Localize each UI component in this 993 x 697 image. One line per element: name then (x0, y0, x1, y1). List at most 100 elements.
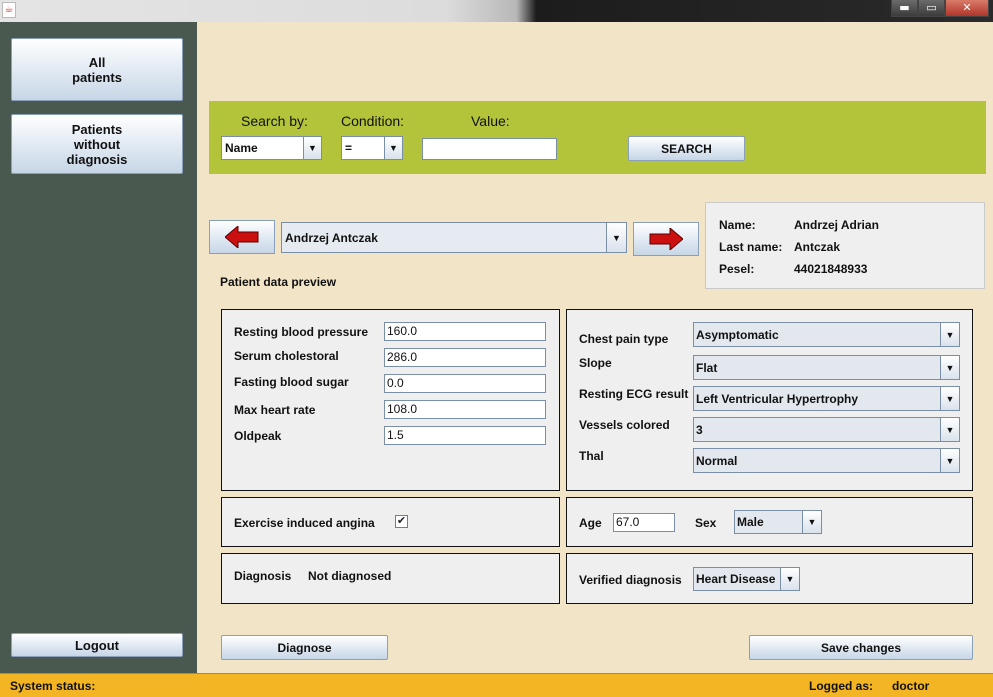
right-arrow-icon (649, 228, 683, 250)
condition-label: Condition: (341, 113, 405, 129)
diagnose-button-label: Diagnose (277, 640, 332, 655)
oldpeak-label: Oldpeak (234, 429, 282, 443)
thal-select[interactable]: Normal ▼ (693, 448, 960, 473)
angina-panel: Exercise induced angina ✔ (221, 497, 560, 547)
chest-pain-type-label: Chest pain type (579, 332, 669, 346)
all-patients-label-line2: patients (72, 69, 122, 85)
oldpeak-field[interactable]: 1.5 (384, 426, 546, 445)
age-label: Age (579, 516, 602, 530)
chevron-down-icon: ▼ (780, 568, 799, 590)
verified-diagnosis-label: Verified diagnosis (579, 573, 682, 587)
chest-pain-type-selected: Asymptomatic (696, 327, 779, 342)
chevron-down-icon: ▼ (384, 137, 402, 159)
logged-as-label: Logged as: (809, 679, 874, 693)
system-status-label: System status: (10, 679, 96, 693)
search-by-label: Search by: (241, 113, 308, 129)
save-changes-button-label: Save changes (820, 640, 902, 655)
without-diagnosis-label-line3: diagnosis (66, 151, 128, 167)
chevron-down-icon: ▼ (802, 511, 821, 533)
last-name-label: Last name: (719, 240, 783, 254)
diagnosis-label: Diagnosis (234, 569, 292, 583)
slope-select[interactable]: Flat ▼ (693, 355, 960, 380)
all-patients-button[interactable]: All patients (11, 38, 183, 101)
resting-ecg-label: Resting ECG result (579, 387, 689, 401)
categorical-data-panel: Chest pain type Asymptomatic ▼ Slope Fla… (566, 309, 973, 491)
fasting-blood-sugar-label: Fasting blood sugar (234, 375, 349, 389)
window-controls: ▬ ▭ ✕ (891, 0, 989, 17)
exercise-induced-angina-checkbox[interactable]: ✔ (395, 515, 408, 528)
search-button-label: SEARCH (661, 141, 712, 156)
condition-select[interactable]: = ▼ (341, 136, 403, 160)
diagnose-button[interactable]: Diagnose (221, 635, 388, 660)
numeric-data-panel: Resting blood pressure 160.0 Serum chole… (221, 309, 560, 491)
last-name-value: Antczak (794, 240, 841, 254)
fasting-blood-sugar-field[interactable]: 0.0 (384, 374, 546, 393)
diagnosis-panel: Diagnosis Not diagnosed (221, 553, 560, 604)
verified-diagnosis-selected: Heart Disease (696, 572, 776, 586)
pesel-label: Pesel: (719, 262, 755, 276)
all-patients-label-line1: All (88, 54, 106, 70)
maximize-button[interactable]: ▭ (918, 0, 945, 17)
sidebar: All patients Patients without diagnosis … (0, 22, 197, 673)
search-button[interactable]: SEARCH (628, 136, 745, 161)
without-diagnosis-label-line2: without (73, 136, 121, 152)
left-arrow-icon (225, 226, 259, 248)
thal-label: Thal (579, 449, 604, 463)
status-bar: System status: Logged as: doctor (0, 673, 993, 697)
search-by-selected: Name (225, 141, 258, 155)
search-bar: Search by: Condition: Value: Name ▼ = ▼ … (209, 101, 986, 174)
thal-selected: Normal (696, 453, 738, 468)
chest-pain-type-select[interactable]: Asymptomatic ▼ (693, 322, 960, 347)
pesel-value: 44021848933 (794, 262, 868, 276)
chevron-down-icon: ▼ (940, 449, 959, 472)
patient-select[interactable]: Andrzej Antczak ▼ (281, 222, 627, 253)
without-diagnosis-label-line1: Patients (71, 121, 123, 137)
resting-bp-field[interactable]: 160.0 (384, 322, 546, 341)
diagnosis-value: Not diagnosed (308, 569, 392, 583)
java-app-icon: ☕ (2, 2, 16, 18)
vessels-colored-label: Vessels colored (579, 418, 670, 432)
sex-select[interactable]: Male ▼ (734, 510, 822, 534)
logout-button[interactable]: Logout (11, 633, 183, 657)
slope-label: Slope (579, 356, 612, 370)
patients-without-diagnosis-button[interactable]: Patients without diagnosis (11, 114, 183, 174)
verified-diagnosis-panel: Verified diagnosis Heart Disease ▼ (566, 553, 973, 604)
logged-user: doctor (892, 679, 930, 693)
condition-selected: = (345, 141, 353, 155)
close-button[interactable]: ✕ (945, 0, 989, 17)
chevron-down-icon: ▼ (940, 323, 959, 346)
patient-info-box: Name: Andrzej Adrian Last name: Antczak … (705, 202, 985, 289)
max-heart-rate-label: Max heart rate (234, 403, 316, 417)
patient-data-preview-title: Patient data preview (220, 275, 337, 289)
next-patient-button[interactable] (633, 222, 699, 256)
vessels-colored-selected: 3 (696, 422, 703, 437)
verified-diagnosis-select[interactable]: Heart Disease ▼ (693, 567, 800, 591)
main-content: Search by: Condition: Value: Name ▼ = ▼ … (197, 22, 993, 673)
exercise-induced-angina-label: Exercise induced angina (234, 516, 375, 530)
sex-selected: Male (737, 515, 764, 529)
save-changes-button[interactable]: Save changes (749, 635, 973, 660)
window-title-bar: ☕ ▬ ▭ ✕ (0, 0, 993, 22)
slope-selected: Flat (696, 360, 718, 375)
serum-cholestoral-label: Serum cholestoral (234, 349, 339, 363)
age-field[interactable]: 67.0 (613, 513, 675, 532)
chevron-down-icon: ▼ (940, 418, 959, 441)
name-label: Name: (719, 218, 756, 232)
chevron-down-icon: ▼ (940, 356, 959, 379)
demographics-panel: Age 67.0 Sex Male ▼ (566, 497, 973, 547)
max-heart-rate-field[interactable]: 108.0 (384, 400, 546, 419)
resting-ecg-selected: Left Ventricular Hypertrophy (696, 391, 859, 406)
logout-label: Logout (74, 637, 120, 653)
resting-ecg-select[interactable]: Left Ventricular Hypertrophy ▼ (693, 386, 960, 411)
chevron-down-icon: ▼ (606, 223, 626, 252)
serum-cholestoral-field[interactable]: 286.0 (384, 348, 546, 367)
previous-patient-button[interactable] (209, 220, 275, 254)
minimize-button[interactable]: ▬ (891, 0, 918, 17)
patient-selected: Andrzej Antczak (285, 230, 378, 245)
value-label: Value: (471, 113, 510, 129)
chevron-down-icon: ▼ (940, 387, 959, 410)
vessels-colored-select[interactable]: 3 ▼ (693, 417, 960, 442)
search-by-select[interactable]: Name ▼ (221, 136, 322, 160)
search-value-input[interactable] (422, 138, 557, 160)
chevron-down-icon: ▼ (303, 137, 321, 159)
